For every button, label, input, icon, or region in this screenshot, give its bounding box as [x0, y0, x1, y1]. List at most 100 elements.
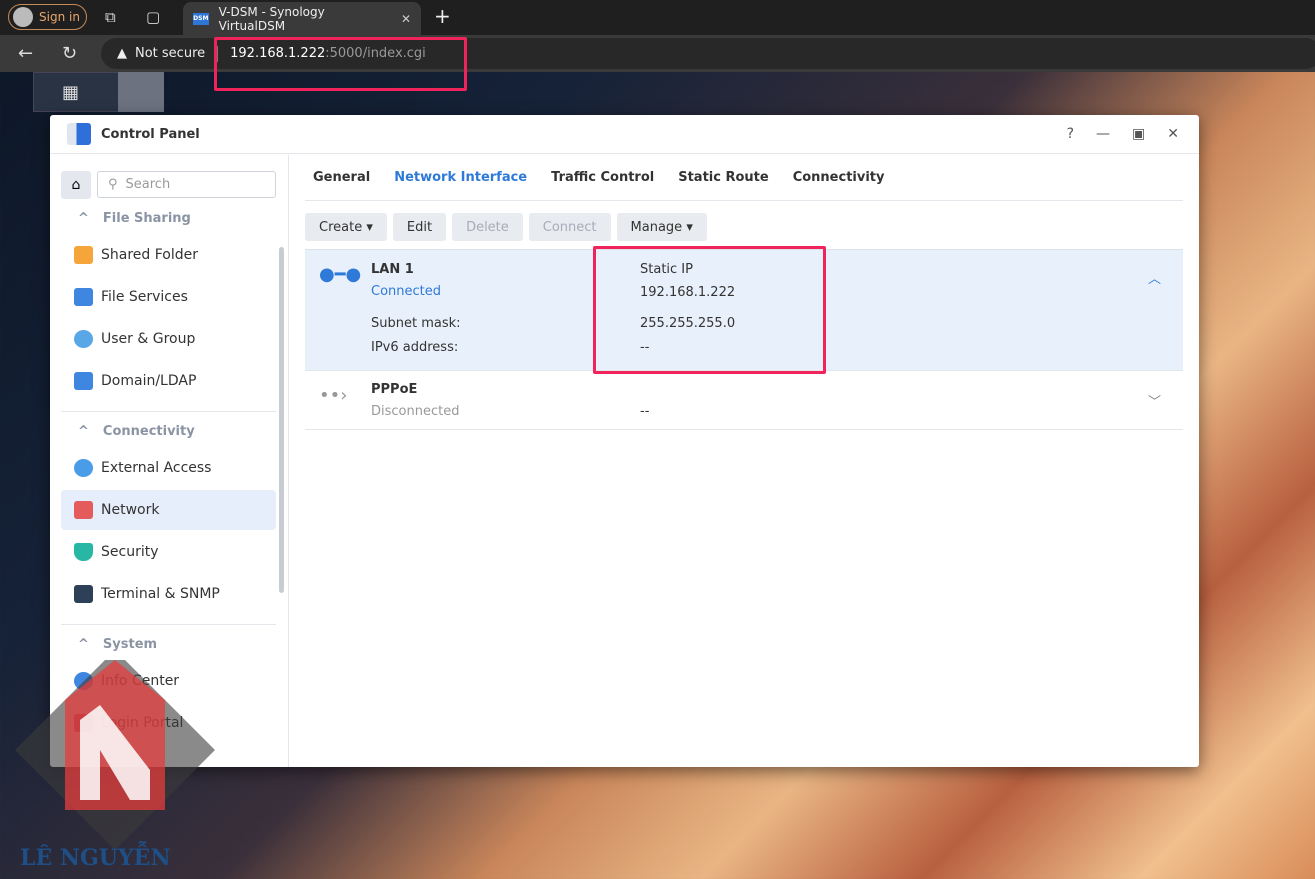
search-icon: ⚲: [108, 177, 118, 192]
item-label: Domain/LDAP: [101, 373, 197, 389]
interface-row-pppoe[interactable]: ••› PPPoE Disconnected -- ﹀: [305, 371, 1183, 430]
new-tab-icon[interactable]: +: [434, 4, 451, 28]
interface-status: Connected: [371, 284, 442, 299]
chevron-up-icon: ^: [78, 637, 89, 652]
home-button[interactable]: ⌂: [61, 171, 91, 199]
section-label: System: [102, 637, 158, 652]
tab-title: V-DSM - Synology VirtualDSM: [218, 4, 325, 33]
item-label: Security: [101, 544, 159, 560]
window-titlebar: Control Panel ? — ▣ ✕: [50, 115, 1199, 154]
sidebar-item-shared-folder[interactable]: Shared Folder: [61, 235, 276, 275]
sidebar-item-domain-ldap[interactable]: Domain/LDAP: [61, 361, 276, 401]
sidebar-item-info-center[interactable]: Info Center: [61, 661, 276, 701]
section-connectivity[interactable]: ^ Connectivity: [78, 424, 195, 439]
disconnected-icon: ••›: [319, 385, 348, 406]
address-bar: ← ↻ ▲ Not secure 192.168.1.222:5000/inde…: [0, 35, 1315, 72]
maximize-button[interactable]: ▣: [1132, 126, 1145, 142]
chevron-up-icon[interactable]: ︿: [1148, 268, 1161, 287]
login-portal-icon: [74, 714, 93, 732]
dsm-favicon-icon: DSM: [193, 12, 209, 25]
interface-name: PPPoE: [371, 382, 418, 397]
highlight-box-url: [214, 37, 467, 91]
main-menu-button[interactable]: ▦: [33, 72, 127, 112]
control-panel-taskbar-button[interactable]: [118, 72, 164, 112]
sidebar-item-terminal-snmp[interactable]: Terminal & SNMP: [61, 574, 276, 614]
file-services-icon: [74, 288, 93, 306]
window-title: Control Panel: [101, 126, 200, 142]
sidebar-item-external-access[interactable]: External Access: [61, 448, 276, 488]
item-label: Terminal & SNMP: [101, 586, 220, 602]
search-input[interactable]: ⚲ Search: [97, 171, 276, 198]
sidebar-item-user-group[interactable]: User & Group: [61, 319, 276, 359]
close-button[interactable]: ✕: [1167, 126, 1179, 142]
control-panel-window: Control Panel ? — ▣ ✕ ⌂ ⚲ Search ^ File Shari…: [50, 115, 1199, 767]
chevron-down-icon[interactable]: ﹀: [1148, 391, 1161, 410]
connect-button[interactable]: Connect: [528, 213, 611, 241]
chevron-up-icon: ^: [78, 211, 89, 226]
sidebar-item-file-services[interactable]: File Services: [61, 277, 276, 317]
sign-in-label: Sign in: [39, 10, 80, 24]
users-icon: [74, 330, 93, 348]
grid-icon: ▦: [62, 82, 80, 103]
section-file-sharing[interactable]: ^ File Sharing: [78, 211, 191, 226]
shield-icon: [74, 543, 93, 561]
close-tab-icon[interactable]: ✕: [401, 12, 411, 26]
info-icon: [74, 672, 93, 690]
search-placeholder: Search: [125, 177, 171, 192]
sidebar-item-network[interactable]: Network: [61, 490, 276, 530]
tab-actions-icon[interactable]: ▢: [146, 8, 160, 26]
terminal-icon: [74, 585, 93, 603]
sidebar: ⌂ ⚲ Search ^ File Sharing Shared Folder Fi…: [50, 155, 289, 767]
back-icon[interactable]: ←: [18, 43, 33, 64]
interface-name: LAN 1: [371, 262, 414, 277]
item-label: Network: [101, 502, 160, 518]
svg-text:LÊ NGUYỄN: LÊ NGUYỄN: [20, 840, 171, 871]
home-icon: ⌂: [71, 177, 81, 193]
section-label: File Sharing: [102, 211, 191, 226]
item-label: Info Center: [101, 673, 180, 689]
subnet-label: Subnet mask:: [371, 316, 461, 331]
item-label: Shared Folder: [101, 247, 199, 263]
section-system[interactable]: ^ System: [78, 637, 157, 652]
external-access-icon: [74, 459, 93, 477]
tab-network-interface[interactable]: Network Interface: [394, 170, 527, 185]
sign-in-button[interactable]: Sign in: [8, 4, 87, 30]
manage-button[interactable]: Manage ▾: [616, 213, 707, 241]
highlight-box-ip: [593, 246, 826, 374]
interface-status: Disconnected: [371, 404, 460, 419]
help-button[interactable]: ?: [1067, 126, 1074, 142]
toolbar: Create ▾ Edit Delete Connect Manage ▾: [305, 213, 1183, 241]
folder-icon: [74, 246, 93, 264]
taskbar: ▦: [16, 72, 166, 112]
browser-tab[interactable]: DSM V-DSM - Synology VirtualDSM ✕: [183, 2, 421, 35]
item-label: External Access: [101, 460, 212, 476]
minimize-button[interactable]: —: [1096, 126, 1110, 142]
sidebar-item-login-portal[interactable]: Login Portal: [61, 703, 276, 743]
reload-icon[interactable]: ↻: [62, 43, 77, 64]
connected-link-icon: ●━●: [319, 264, 362, 285]
tab-static-route[interactable]: Static Route: [678, 170, 768, 185]
security-label[interactable]: Not secure: [135, 46, 205, 61]
browser-tab-bar: Sign in ⧉ ▢ DSM V-DSM - Synology VirtualD…: [0, 0, 1315, 35]
network-house-icon: [74, 501, 93, 519]
tab-connectivity[interactable]: Connectivity: [793, 170, 885, 185]
ipv6-label: IPv6 address:: [371, 340, 459, 355]
section-label: Connectivity: [102, 424, 195, 439]
ip-address: --: [640, 404, 650, 419]
sidebar-scrollbar[interactable]: [279, 247, 284, 593]
workspaces-icon[interactable]: ⧉: [105, 8, 116, 26]
sidebar-item-security[interactable]: Security: [61, 532, 276, 572]
edit-button[interactable]: Edit: [392, 213, 447, 241]
tab-general[interactable]: General: [313, 170, 370, 185]
tab-bar: General Network Interface Traffic Contro…: [305, 155, 1183, 201]
control-panel-icon: [67, 123, 91, 145]
item-label: User & Group: [101, 331, 196, 347]
domain-icon: [74, 372, 93, 390]
chevron-up-icon: ^: [78, 424, 89, 439]
item-label: Login Portal: [101, 715, 184, 731]
tab-traffic-control[interactable]: Traffic Control: [551, 170, 654, 185]
create-button[interactable]: Create ▾: [305, 213, 387, 241]
item-label: File Services: [101, 289, 188, 305]
delete-button[interactable]: Delete: [452, 213, 523, 241]
warning-icon: ▲: [117, 46, 127, 61]
